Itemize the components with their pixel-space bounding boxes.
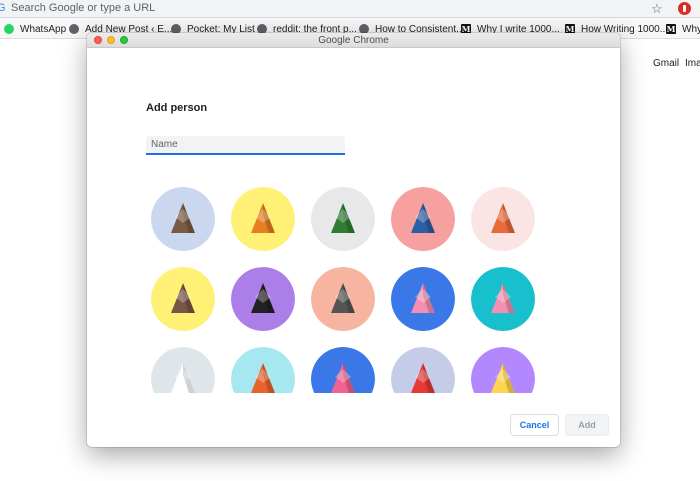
avatar-elephant[interactable] <box>391 187 455 251</box>
add-person-dialog: Google Chrome Add person Cancel Add <box>87 33 620 447</box>
dialog-heading: Add person <box>146 102 208 114</box>
google-g-icon: G <box>0 2 6 14</box>
whatsapp-icon <box>4 24 14 34</box>
globe-icon <box>69 24 79 34</box>
fox-icon <box>471 187 535 251</box>
bookmark-label: WhatsApp <box>20 23 67 35</box>
name-input[interactable] <box>146 136 345 155</box>
avatar-grid <box>147 183 547 393</box>
avatar-panda[interactable] <box>231 267 295 331</box>
unicorn-icon <box>151 347 215 393</box>
bookmark-label: Why <box>682 23 700 35</box>
basketball-icon <box>231 347 295 393</box>
elephant-icon <box>391 187 455 251</box>
images-link[interactable]: Ima <box>685 58 700 69</box>
cat-icon <box>151 187 215 251</box>
bird-icon <box>391 347 455 393</box>
extension-icon[interactable] <box>678 2 691 15</box>
avatar-bicycle[interactable] <box>311 347 375 393</box>
corgi-icon <box>231 187 295 251</box>
avatar-bird[interactable] <box>391 347 455 393</box>
avatar-monkey[interactable] <box>151 267 215 331</box>
star-icon[interactable]: ☆ <box>651 0 663 17</box>
cheese-icon <box>471 347 535 393</box>
avatar-dragon[interactable] <box>311 187 375 251</box>
avatar-rabbit[interactable] <box>471 267 535 331</box>
bookmark-item[interactable]: WhatsApp <box>4 22 66 36</box>
dragon-icon <box>311 187 375 251</box>
panda-icon <box>231 267 295 331</box>
avatar-corgi[interactable] <box>231 187 295 251</box>
gmail-link[interactable]: Gmail <box>653 58 679 69</box>
omnibox-placeholder: Search Google or type a URL <box>11 2 156 14</box>
avatar-basketball[interactable] <box>231 347 295 393</box>
avatar-butterfly[interactable] <box>391 267 455 331</box>
avatar-cat[interactable] <box>151 187 215 251</box>
butterfly-icon <box>391 267 455 331</box>
monkey-icon <box>151 267 215 331</box>
avatar-fox[interactable] <box>471 187 535 251</box>
bicycle-icon <box>311 347 375 393</box>
medium-icon: M <box>666 24 676 34</box>
avatar-penguin[interactable] <box>311 267 375 331</box>
penguin-icon <box>311 267 375 331</box>
omnibox[interactable]: G Search Google or type a URL ☆ <box>0 0 700 18</box>
window-titlebar: Google Chrome <box>87 33 620 48</box>
window-title: Google Chrome <box>318 35 389 46</box>
cancel-button[interactable]: Cancel <box>510 414 559 436</box>
avatar-cheese[interactable] <box>471 347 535 393</box>
add-button[interactable]: Add <box>565 414 609 436</box>
rabbit-icon <box>471 267 535 331</box>
bookmark-item[interactable]: M Why <box>666 22 700 36</box>
avatar-unicorn[interactable] <box>151 347 215 393</box>
